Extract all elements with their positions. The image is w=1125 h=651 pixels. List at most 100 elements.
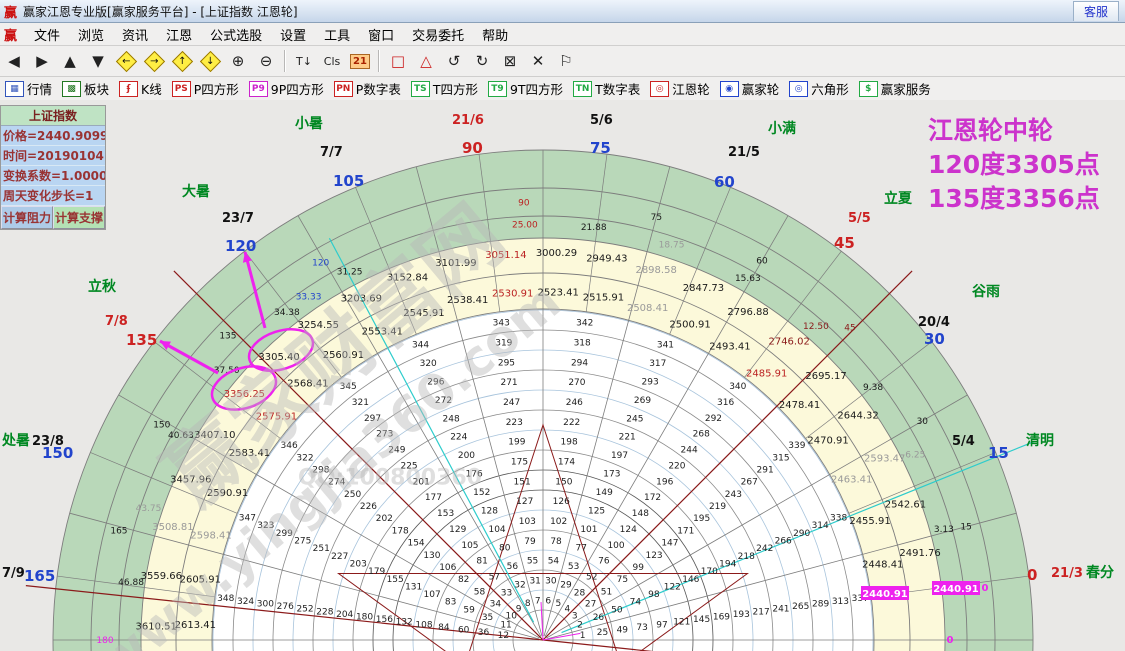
degree-ring-value: 165 <box>110 526 127 536</box>
toolbar-item-kline[interactable]: ʄK线 <box>119 79 162 98</box>
spiral-number: 179 <box>368 567 385 577</box>
zoom-in-icon[interactable]: ⊕ <box>225 49 251 73</box>
spiral-number: 323 <box>257 521 274 531</box>
wheel-outer-label: 165 <box>24 567 55 585</box>
degree-ring-value: 150 <box>153 420 170 430</box>
wheel-outer-label: 5/5 <box>848 211 871 226</box>
toolbar-item-p-table[interactable]: PNP数字表 <box>334 79 401 98</box>
rotate-ccw-icon[interactable]: ↺ <box>441 49 467 73</box>
spiral-number: 265 <box>792 602 809 612</box>
menu-资讯[interactable]: 资讯 <box>113 25 157 44</box>
menu-设置[interactable]: 设置 <box>271 25 315 44</box>
delete-box-icon[interactable]: ⊠ <box>497 49 523 73</box>
wheel-outer-label: 清明 <box>1026 432 1054 449</box>
price-inner-ring-value: 2590.91 <box>207 488 248 499</box>
toolbar-item-9t-square[interactable]: T99T四方形 <box>488 79 563 98</box>
pan-down-icon[interactable]: ↓ <box>197 49 223 73</box>
spiral-number: 59 <box>463 605 475 615</box>
panel-button-计算阻力[interactable]: 计算阻力 <box>1 206 53 229</box>
pan-up-icon[interactable]: ↑ <box>169 49 195 73</box>
annotation-line: 江恩轮中轮 <box>928 114 1100 148</box>
rotate-cw-icon[interactable]: ↻ <box>469 49 495 73</box>
cls-button[interactable]: Cls <box>319 49 345 73</box>
spiral-number: 101 <box>580 525 597 535</box>
flag-icon[interactable]: ⚐ <box>553 49 579 73</box>
t-table-label: T数字表 <box>595 79 640 98</box>
price-inner-ring-value: 2553.41 <box>362 326 403 337</box>
spiral-number: 318 <box>574 339 591 349</box>
spiral-number: 201 <box>413 477 430 487</box>
spiral-number: 293 <box>642 377 659 387</box>
price-outer-ring-value: 2847.73 <box>683 283 724 294</box>
spiral-number: 217 <box>753 607 770 617</box>
menu-工具[interactable]: 工具 <box>315 25 359 44</box>
wheel-outer-label: 30 <box>924 330 945 348</box>
kline-icon: ʄ <box>119 81 138 97</box>
current-price-value: 2440.91 <box>862 589 908 600</box>
panel-button-计算支撑[interactable]: 计算支撑 <box>53 206 105 229</box>
spiral-number: 294 <box>571 358 588 368</box>
nav-left-icon[interactable]: ◀ <box>1 49 27 73</box>
spiral-number: 170 <box>701 567 718 577</box>
toolbar-item-winner-wheel[interactable]: ◉赢家轮 <box>720 79 780 98</box>
spiral-number: 245 <box>626 414 643 424</box>
spiral-number: 244 <box>681 446 698 456</box>
customer-service-button[interactable]: 客服 <box>1073 1 1119 21</box>
spiral-number: 250 <box>344 490 361 500</box>
square-tool-icon[interactable]: □ <box>385 49 411 73</box>
toolbar-item-hexagon[interactable]: ◎六角形 <box>789 79 849 98</box>
quarter-ring-value: 12.50 <box>803 322 829 332</box>
menu-江恩[interactable]: 江恩 <box>157 25 201 44</box>
view-toolbar: ▦行情 ▩板块 ʄK线 PSP四方形 P99P四方形 PNP数字表 TST四方形 T99T四方… <box>0 77 1125 101</box>
spiral-number: 54 <box>548 557 560 567</box>
t-arrow-icon[interactable]: T↓ <box>291 49 317 73</box>
panel-row: 周天变化步长=1 <box>1 186 105 206</box>
menu-浏览[interactable]: 浏览 <box>69 25 113 44</box>
spiral-number: 8 <box>525 599 531 609</box>
degree-ring-value: 75 <box>651 213 662 223</box>
toolbar-item-quotes[interactable]: ▦行情 <box>5 79 52 98</box>
quarter-ring-value: 3.13 <box>934 525 954 535</box>
spiral-number: 300 <box>257 599 274 609</box>
spiral-number: 274 <box>328 478 345 488</box>
toolbar-item-winner-service[interactable]: $赢家服务 <box>859 79 931 98</box>
9t-square-label: 9T四方形 <box>510 79 563 98</box>
nav-down-icon[interactable]: ▼ <box>85 49 111 73</box>
price-inner-ring-value: 2568.41 <box>287 378 328 389</box>
spiral-number: 100 <box>607 541 624 551</box>
hexagon-label: 六角形 <box>811 79 849 98</box>
menu-窗口[interactable]: 窗口 <box>359 25 403 44</box>
toolbar-item-p-square[interactable]: PSP四方形 <box>172 79 239 98</box>
menu-公式选股[interactable]: 公式选股 <box>201 25 271 44</box>
pan-right-icon[interactable]: → <box>141 49 167 73</box>
wheel-outer-label: 7/7 <box>320 145 343 160</box>
spiral-number: 222 <box>563 418 580 428</box>
pan-left-icon[interactable]: ← <box>113 49 139 73</box>
spiral-number: 12 <box>498 631 509 641</box>
toolbar-item-t-square[interactable]: TST四方形 <box>411 79 478 98</box>
wheel-outer-label: 小暑 <box>295 116 323 132</box>
nav-right-icon[interactable]: ▶ <box>29 49 55 73</box>
spiral-number: 343 <box>493 319 510 329</box>
toolbar-separator <box>284 50 286 72</box>
wheel-outer-label: 23/7 <box>222 211 254 226</box>
spiral-number: 171 <box>677 526 694 536</box>
spiral-number: 124 <box>620 525 637 535</box>
nav-up-icon[interactable]: ▲ <box>57 49 83 73</box>
toolbar-item-9p-square[interactable]: P99P四方形 <box>249 79 324 98</box>
menu-交易委托[interactable]: 交易委托 <box>403 25 473 44</box>
spiral-number: 31 <box>529 577 540 587</box>
spiral-number: 11 <box>500 621 511 631</box>
toolbar-item-gann-wheel[interactable]: ◎江恩轮 <box>650 79 710 98</box>
spiral-number: 202 <box>376 514 393 524</box>
menu-文件[interactable]: 文件 <box>25 25 69 44</box>
calendar-icon[interactable]: 21 <box>347 49 373 73</box>
center-cross-icon[interactable]: ✕ <box>525 49 551 73</box>
triangle-tool-icon[interactable]: △ <box>413 49 439 73</box>
zoom-out-icon[interactable]: ⊖ <box>253 49 279 73</box>
toolbar-item-t-table[interactable]: TNT数字表 <box>573 79 640 98</box>
toolbar-item-sectors[interactable]: ▩板块 <box>62 79 109 98</box>
quarter-ring-value: 15.63 <box>735 274 761 284</box>
menu-帮助[interactable]: 帮助 <box>473 25 517 44</box>
panel-row: 变换系数=1.00000 <box>1 166 105 186</box>
